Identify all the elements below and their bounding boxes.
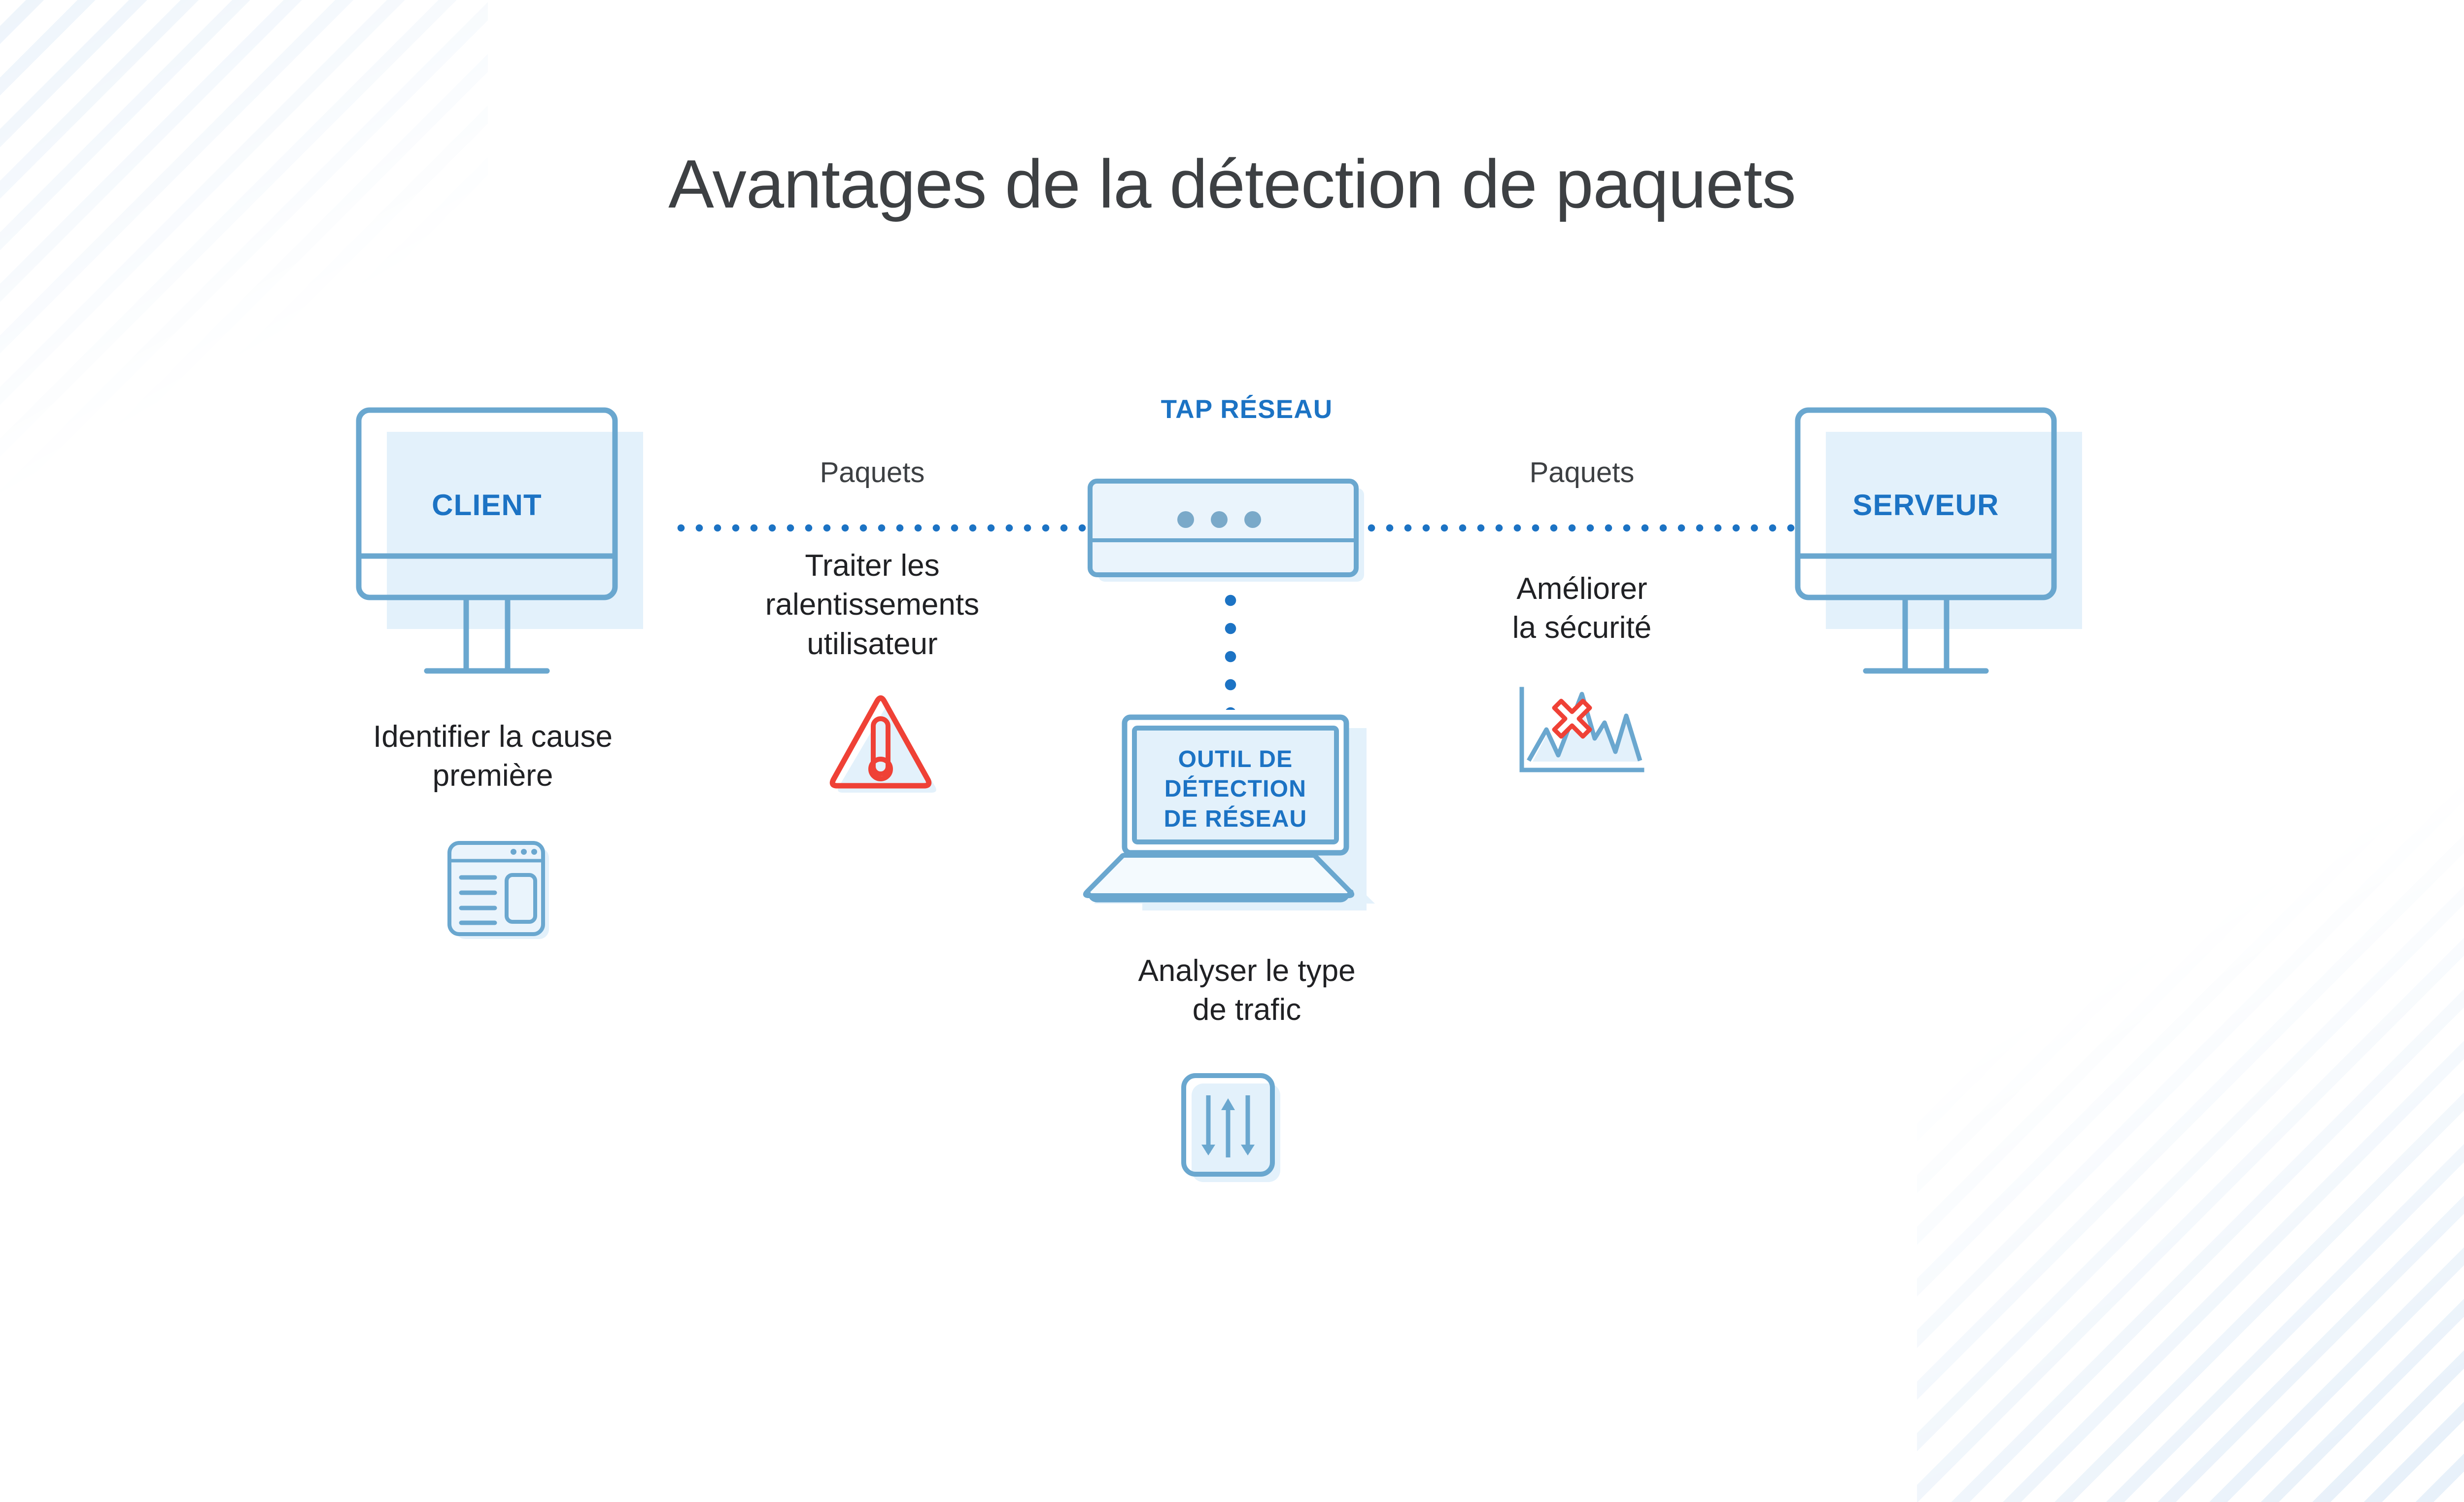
traffic-caption: Analyser le type de trafic	[1138, 954, 1356, 1027]
server-screen-label: SERVEUR	[1852, 489, 1999, 522]
browser-window-icon	[439, 828, 562, 939]
detection-tool-label-line-2: DÉTECTION	[1164, 776, 1307, 803]
slide-canvas: Avantages de la détection de paquets CLI…	[0, 0, 2464, 1502]
client-caption: Identifier la cause première	[373, 720, 613, 793]
dotted-link-tap-to-server[interactable]	[1365, 522, 1799, 534]
network-tap-device-icon	[1088, 477, 1404, 600]
detection-tool-screen-label: OUTIL DE DÉTECTION DE RÉSEAU	[1134, 745, 1336, 834]
client-node: CLIENT	[345, 399, 680, 705]
slowdowns-caption: Traiter les ralentissements utilisateur	[765, 549, 980, 661]
laptop-base-icon	[1079, 850, 1414, 919]
detection-tool-label-line-3: DE RÉSEAU	[1164, 805, 1307, 832]
monitor-icon	[356, 407, 643, 674]
detection-tool-node: OUTIL DE DÉTECTION DE RÉSEAU	[1079, 702, 1414, 910]
network-tap-label: TAP RÉSEAU	[1161, 395, 1333, 424]
packets-label-left: Paquets	[820, 456, 925, 489]
dotted-link-client-to-tap[interactable]	[675, 522, 1108, 534]
server-node: SERVEUR	[1784, 399, 2119, 705]
monitor-icon	[1795, 407, 2082, 674]
traffic-arrows-icon	[1178, 1070, 1291, 1198]
security-chart-icon	[1503, 680, 1661, 779]
page-title: Avantages de la détection de paquets	[668, 146, 1796, 222]
packets-label-right: Paquets	[1529, 456, 1635, 489]
detection-tool-label-line-1: OUTIL DE	[1178, 746, 1293, 772]
client-screen-label: CLIENT	[432, 489, 542, 522]
decorative-diagonal-stripes-bottom-right	[1917, 763, 2464, 1502]
security-caption: Améliorer la sécurité	[1512, 572, 1652, 645]
dotted-link-tap-to-tool[interactable]	[1224, 594, 1237, 710]
warning-triangle-icon	[818, 690, 946, 803]
